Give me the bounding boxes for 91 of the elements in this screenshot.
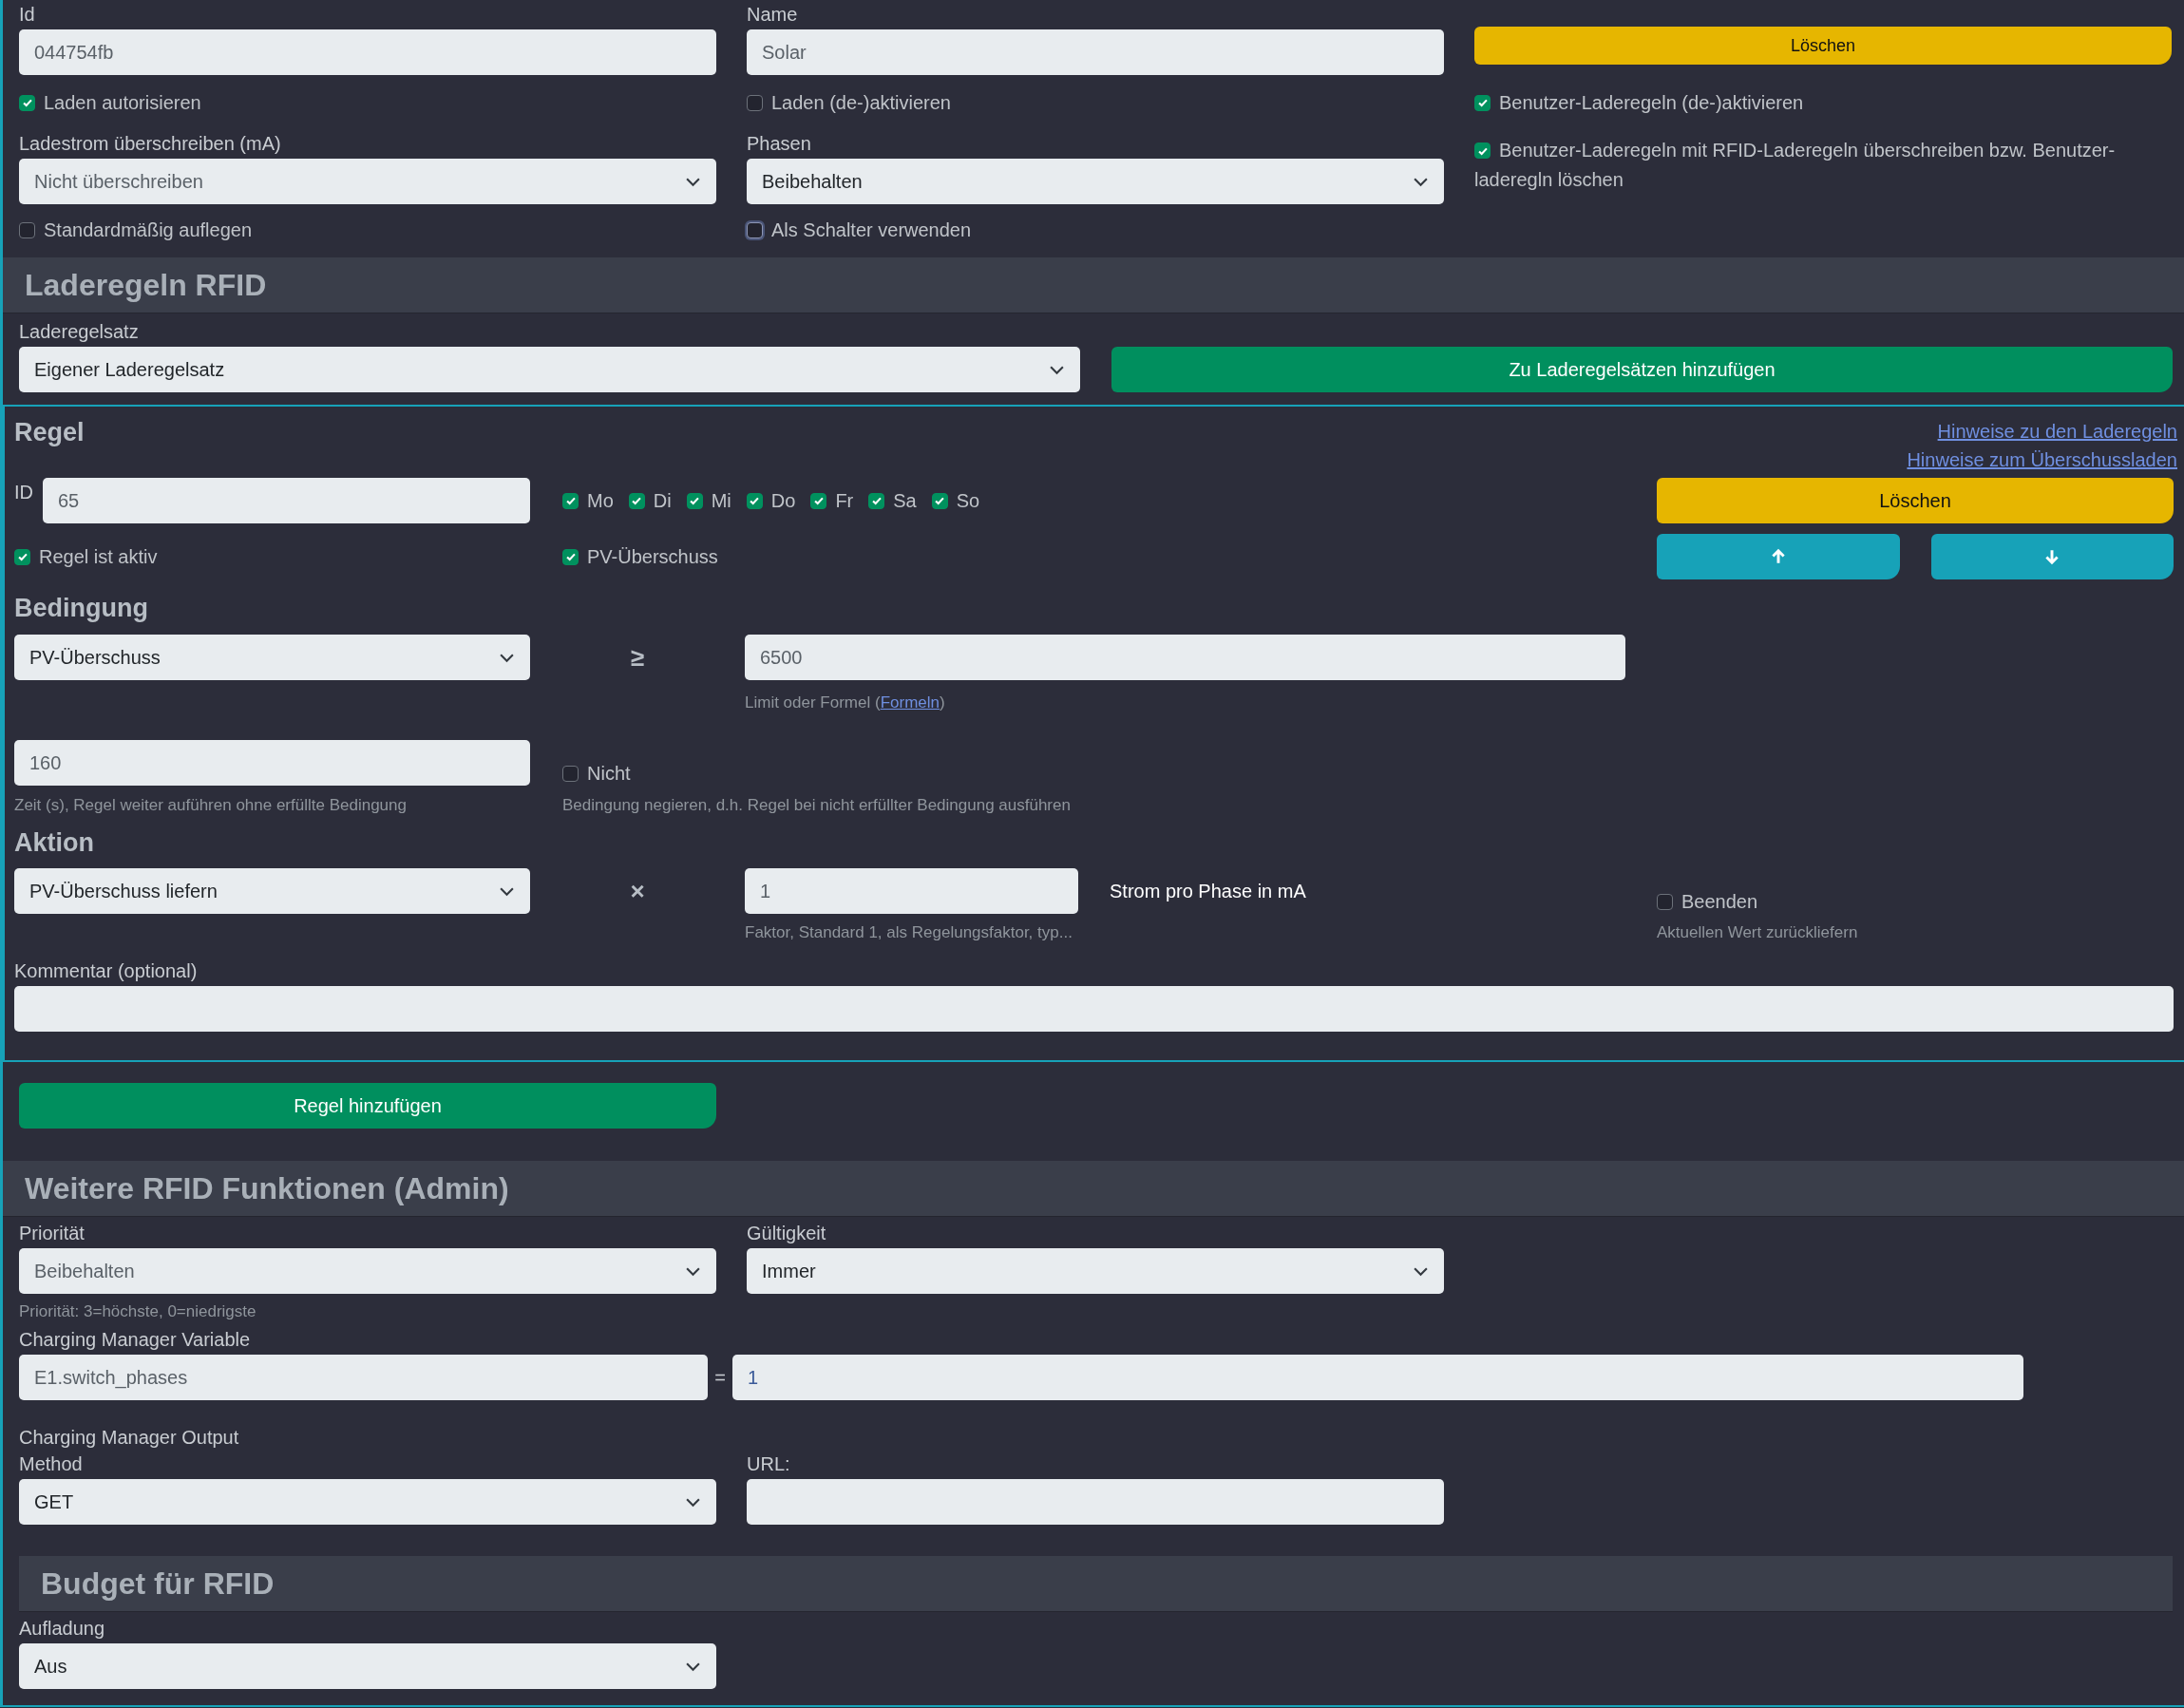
checkbox-label[interactable]: Als Schalter verwenden: [771, 218, 972, 241]
checkbox-label[interactable]: Standardmäßig auflegen: [44, 218, 253, 241]
variable-name-field[interactable]: E1.switch_phases: [19, 1355, 708, 1400]
rule-title: Regel: [14, 417, 85, 448]
current-dropdown[interactable]: Nicht überschreiben: [19, 159, 716, 204]
equals-sign: =: [713, 1366, 727, 1389]
checkbox[interactable]: [1657, 893, 1673, 910]
section-subtitle: Bedingung: [14, 593, 149, 624]
section-title: Laderegeln RFID: [25, 267, 267, 303]
checkbox[interactable]: [746, 492, 763, 509]
checkbox-label[interactable]: Beenden: [1681, 890, 1758, 913]
limit-field[interactable]: 6500: [745, 635, 1625, 680]
url-field[interactable]: [747, 1479, 1444, 1525]
field-label: URL:: [747, 1452, 791, 1476]
delete-button[interactable]: Löschen: [1657, 478, 2174, 523]
field-hint: Limit oder Formel (Formeln): [745, 693, 946, 713]
checkbox[interactable]: [628, 492, 645, 509]
method-dropdown[interactable]: GET: [19, 1479, 716, 1525]
field-label: Id: [19, 3, 36, 27]
phases-dropdown[interactable]: Beibehalten: [747, 159, 1444, 204]
checkbox-label[interactable]: Benutzer-Laderegeln (de-)aktivieren: [1499, 91, 1804, 114]
id-field[interactable]: 044754fb: [19, 29, 716, 75]
field-label: Priorität: [19, 1222, 85, 1245]
section-title: Weitere RFID Funktionen (Admin): [25, 1170, 509, 1206]
field-label: Charging Manager Output: [19, 1426, 240, 1450]
checkbox-label[interactable]: Laden autorisieren: [44, 91, 201, 114]
checkbox-label[interactable]: Fr: [835, 489, 854, 512]
field-label: Laderegelsatz: [19, 320, 140, 344]
variable-value-field[interactable]: 1: [732, 1355, 2023, 1400]
section-subtitle: Aktion: [14, 827, 95, 859]
checkbox[interactable]: [562, 765, 579, 782]
checkbox-label[interactable]: Benutzer-Laderegeln mit RFID-Laderegeln überschreiben bzw. Benutzer-laderegln löschen: [1474, 136, 2134, 195]
delete-button[interactable]: Löschen: [1474, 27, 2172, 65]
checkbox-label[interactable]: Di: [653, 489, 672, 512]
checkbox-label[interactable]: Laden (de-)aktivieren: [771, 91, 951, 114]
operator-symbol: ×: [630, 876, 645, 906]
field-label: Charging Manager Variable: [19, 1328, 252, 1352]
field-hint: Zeit (s), Regel weiter auführen ohne erfüllte Bedingung: [14, 795, 408, 816]
field-label: Phasen: [747, 132, 812, 156]
section-title: Budget für RFID: [41, 1566, 275, 1602]
unit-label: Strom pro Phase in mA: [1110, 880, 1306, 902]
checkbox-label[interactable]: Nicht: [587, 762, 631, 785]
checkbox[interactable]: [19, 94, 35, 111]
field-hint: Faktor, Standard 1, als Regelungsfaktor, typ...: [745, 922, 1073, 943]
checkbox[interactable]: [931, 492, 948, 509]
checkbox[interactable]: [1474, 94, 1491, 111]
arrow-down-icon: [2043, 548, 2061, 565]
field-label: ID: [14, 481, 33, 504]
charging-dropdown[interactable]: Aus: [19, 1643, 716, 1689]
comment-field[interactable]: [14, 986, 2174, 1032]
name-field[interactable]: Solar: [747, 29, 1444, 75]
field-label: Gültigkeit: [747, 1222, 827, 1245]
checkbox[interactable]: [19, 221, 35, 238]
help-link[interactable]: Hinweise zum Überschussladen: [1907, 446, 2177, 474]
validity-dropdown[interactable]: Immer: [747, 1248, 1444, 1294]
operator-symbol: ≥: [630, 642, 645, 673]
checkbox-label[interactable]: So: [956, 489, 980, 512]
checkbox-label[interactable]: Sa: [893, 489, 917, 512]
checkbox[interactable]: [562, 492, 579, 509]
field-label: Name: [747, 3, 799, 27]
checkbox[interactable]: [810, 492, 827, 509]
checkbox[interactable]: [562, 548, 579, 565]
factor-field[interactable]: 1: [745, 868, 1078, 914]
checkbox-label[interactable]: Regel ist aktiv: [39, 545, 158, 568]
field-label: Aufladung: [19, 1617, 106, 1641]
add-to-rulesets-button[interactable]: Zu Laderegelsätzen hinzufügen: [1111, 347, 2173, 392]
help-link[interactable]: Hinweise zu den Laderegeln: [1937, 417, 2177, 446]
formulas-link[interactable]: Formeln: [880, 693, 940, 712]
checkbox-label[interactable]: PV-Überschuss: [587, 545, 718, 568]
add-rule-button[interactable]: Regel hinzufügen: [19, 1083, 716, 1129]
checkbox-label[interactable]: Mi: [711, 489, 731, 512]
checkbox[interactable]: [1474, 142, 1491, 159]
arrow-up-icon: [1769, 548, 1787, 565]
checkbox[interactable]: [747, 94, 763, 111]
id-field[interactable]: 65: [43, 478, 530, 523]
condition-dropdown[interactable]: PV-Überschuss: [14, 635, 530, 680]
checkbox[interactable]: [14, 548, 30, 565]
field-label: Kommentar (optional): [14, 959, 199, 983]
checkbox[interactable]: [686, 492, 703, 509]
field-hint: Priorität: 3=höchste, 0=niedrigste: [19, 1301, 257, 1322]
action-dropdown[interactable]: PV-Überschuss liefern: [14, 868, 530, 914]
field-hint: Bedingung negieren, d.h. Regel bei nicht erfüllter Bedingung ausführen: [561, 795, 1072, 816]
time-field[interactable]: 160: [14, 740, 530, 786]
checkbox-label[interactable]: Do: [770, 489, 796, 512]
ruleset-dropdown[interactable]: Eigener Laderegelsatz: [19, 347, 1080, 392]
field-label: Ladestrom überschreiben (mA): [19, 132, 282, 156]
checkbox[interactable]: [868, 492, 885, 509]
checkbox-label[interactable]: Mo: [587, 489, 614, 512]
field-label: Method: [19, 1452, 84, 1476]
field-hint: Aktuellen Wert zurückliefern: [1657, 922, 1859, 943]
priority-dropdown[interactable]: Beibehalten: [19, 1248, 716, 1294]
